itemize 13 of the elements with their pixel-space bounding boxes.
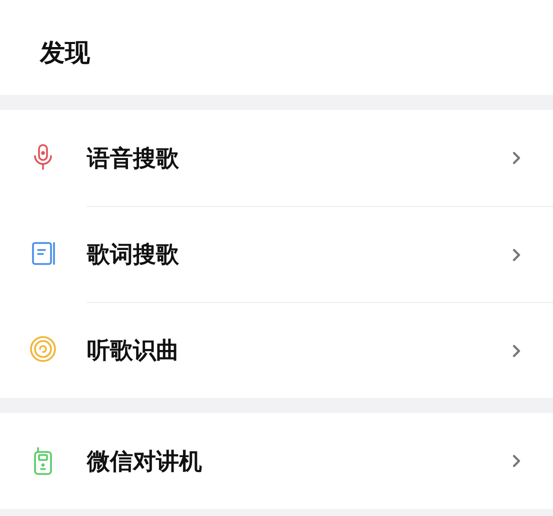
menu-item-label: 歌词搜歌 [87, 241, 179, 270]
page-title: 发现 [40, 37, 90, 69]
menu-item-label: 微信对讲机 [87, 448, 202, 476]
chevron-icon [512, 344, 521, 358]
menu-item-label: 语音搜歌 [87, 144, 179, 174]
menu-item[interactable]: 语音搜歌 [0, 110, 553, 206]
chevron-icon [512, 151, 521, 165]
menu-item[interactable]: 微信对讲机 [0, 413, 553, 509]
menu-item-label: 听歌识曲 [87, 337, 179, 366]
target-icon [28, 335, 56, 365]
chevron-icon [512, 248, 521, 262]
chevron-icon [512, 454, 521, 468]
menu-item[interactable]: 歌词搜歌 [0, 206, 553, 302]
